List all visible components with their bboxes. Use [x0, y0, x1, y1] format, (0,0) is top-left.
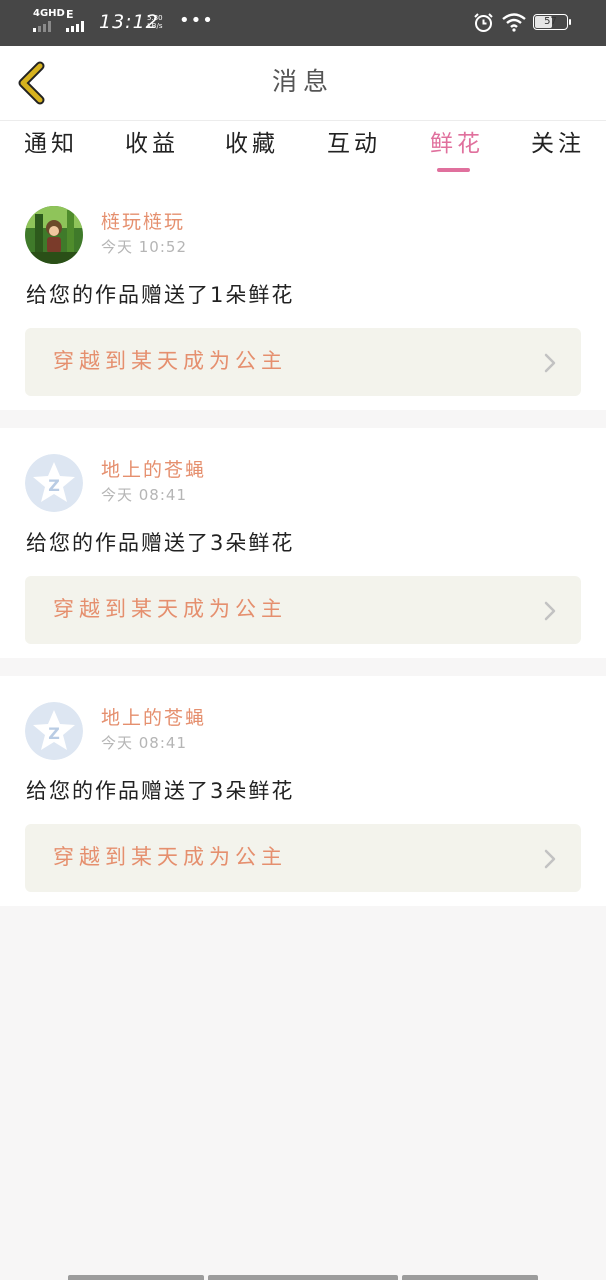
- work-title: 穿越到某天成为公主: [53, 349, 287, 373]
- page-title: 消息: [271, 67, 334, 96]
- status-bar: 4GHD E 13:12 5.80 KB/s ••• 57: [0, 0, 606, 46]
- user-avatar[interactable]: Z: [25, 702, 83, 760]
- message-text: 给您的作品赠送了3朵鲜花: [26, 779, 295, 803]
- message-time: 今天 08:41: [101, 734, 187, 752]
- chevron-right-icon: [544, 849, 556, 869]
- tab-earnings[interactable]: 收益: [112, 129, 192, 159]
- message-card: Z 地上的苍蝇 今天 08:41 给您的作品赠送了3朵鲜花 穿越到某天成为公主: [0, 676, 606, 906]
- tab-flowers[interactable]: 鲜花: [417, 129, 497, 172]
- alarm-icon: [474, 13, 493, 32]
- nav-recents-handle[interactable]: [68, 1275, 204, 1280]
- user-avatar[interactable]: [25, 206, 83, 264]
- more-notifications-icon: •••: [179, 10, 214, 31]
- tab-interactions[interactable]: 互动: [314, 129, 394, 159]
- nav-home-handle[interactable]: [208, 1275, 398, 1280]
- signal-icon: [33, 20, 51, 32]
- app-header: 消息: [0, 46, 606, 121]
- tab-favorites[interactable]: 收藏: [212, 129, 292, 159]
- work-link[interactable]: 穿越到某天成为公主: [25, 824, 581, 892]
- network-type-secondary: E: [66, 8, 74, 21]
- message-card: Z 地上的苍蝇 今天 08:41 给您的作品赠送了3朵鲜花 穿越到某天成为公主: [0, 428, 606, 658]
- sender-name[interactable]: 地上的苍蝇: [101, 458, 206, 482]
- battery-level: 57: [544, 16, 557, 27]
- nav-back-handle[interactable]: [402, 1275, 538, 1280]
- tab-notifications[interactable]: 通知: [11, 129, 91, 159]
- sender-name[interactable]: 地上的苍蝇: [101, 706, 206, 730]
- wifi-icon: [502, 13, 526, 32]
- message-text: 给您的作品赠送了3朵鲜花: [26, 531, 295, 555]
- default-avatar-icon: Z: [25, 454, 83, 512]
- active-tab-indicator: [437, 168, 470, 172]
- system-nav-bar: [68, 1275, 538, 1280]
- tab-flowers-label: 鲜花: [430, 131, 484, 157]
- tab-bar: 通知 收益 收藏 互动 鲜花 关注: [0, 121, 606, 181]
- svg-text:Z: Z: [48, 724, 60, 743]
- tab-follows[interactable]: 关注: [518, 129, 598, 159]
- message-card: 梿玩梿玩 今天 10:52 给您的作品赠送了1朵鲜花 穿越到某天成为公主: [0, 180, 606, 410]
- message-time: 今天 10:52: [101, 238, 187, 256]
- battery-icon: 57: [533, 14, 571, 30]
- svg-text:Z: Z: [48, 476, 60, 495]
- net-speed-unit: KB/s: [147, 22, 163, 30]
- net-speed-value: 5.80: [147, 14, 163, 22]
- sender-name[interactable]: 梿玩梿玩: [101, 210, 185, 234]
- user-avatar[interactable]: Z: [25, 454, 83, 512]
- default-avatar-icon: Z: [25, 702, 83, 760]
- work-link[interactable]: 穿越到某天成为公主: [25, 328, 581, 396]
- message-text: 给您的作品赠送了1朵鲜花: [26, 283, 295, 307]
- net-speed: 5.80 KB/s: [147, 14, 163, 30]
- chevron-right-icon: [544, 601, 556, 621]
- user-avatar-icon: [25, 206, 83, 264]
- message-time: 今天 08:41: [101, 486, 187, 504]
- signal-icon-secondary: [66, 20, 84, 32]
- work-title: 穿越到某天成为公主: [53, 845, 287, 869]
- work-title: 穿越到某天成为公主: [53, 597, 287, 621]
- network-type: 4GHD: [33, 8, 65, 19]
- work-link[interactable]: 穿越到某天成为公主: [25, 576, 581, 644]
- chevron-right-icon: [544, 353, 556, 373]
